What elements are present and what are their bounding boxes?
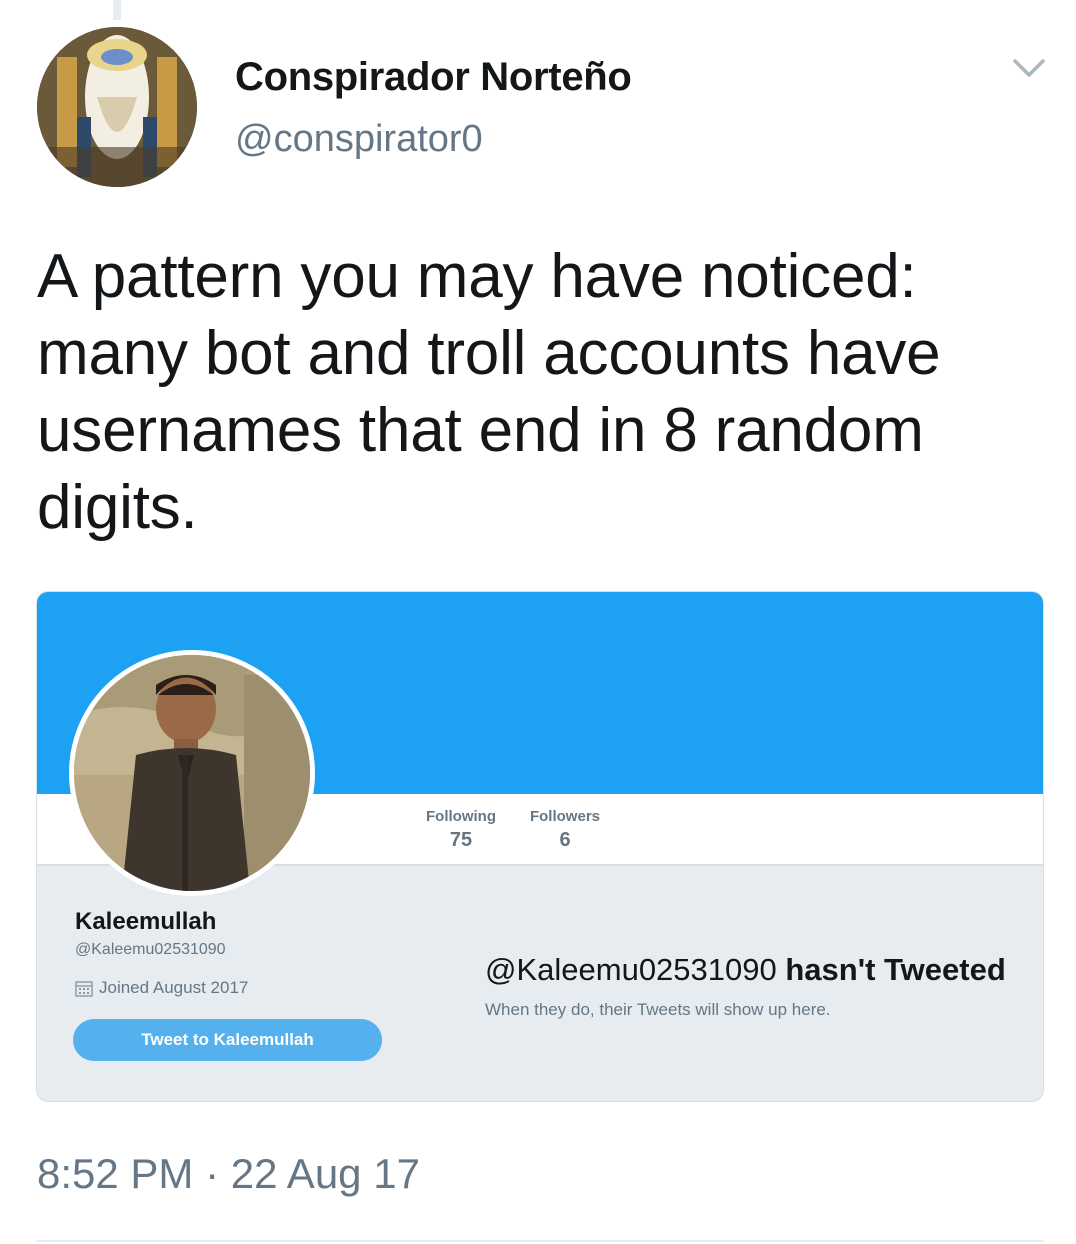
following-label: Following [426,808,496,825]
empty-state-handle: @Kaleemu02531090 [485,952,786,987]
divider [36,1240,1044,1242]
profile-photo [69,650,315,896]
author-handle[interactable]: @conspirator0 [235,118,483,161]
profile-handle: @Kaleemu02531090 [75,941,226,958]
followers-count: 6 [559,829,571,851]
chevron-down-icon[interactable] [1012,56,1046,80]
thread-connector-line [113,0,121,20]
tweet-timestamp[interactable]: 8:52 PM · 22 Aug 17 [37,1150,420,1198]
tweet-text: A pattern you may have noticed: many bot… [37,242,941,542]
empty-state-suffix: hasn't Tweeted [785,952,1006,987]
embedded-profile-screenshot[interactable]: Following 75 Followers 6 Kaleemullah @Ka… [36,591,1044,1102]
empty-state-subtitle: When they do, their Tweets will show up … [485,1000,831,1019]
joined-date: Joined August 2017 [75,978,248,998]
empty-state-title: @Kaleemu02531090 hasn't Tweeted [485,952,1006,988]
following-count: 75 [449,829,473,851]
followers-label: Followers [529,808,600,825]
profile-name: Kaleemullah [75,908,217,935]
author-avatar[interactable] [37,27,197,187]
joined-text: Joined August 2017 [99,978,249,997]
followers-stat: Followers 6 [529,808,601,852]
following-stat: Following 75 [425,808,497,852]
author-display-name[interactable]: Conspirador Norteño [235,55,632,100]
tweet-to-button[interactable]: Tweet to Kaleemullah [73,1019,382,1061]
calendar-icon [75,980,93,997]
